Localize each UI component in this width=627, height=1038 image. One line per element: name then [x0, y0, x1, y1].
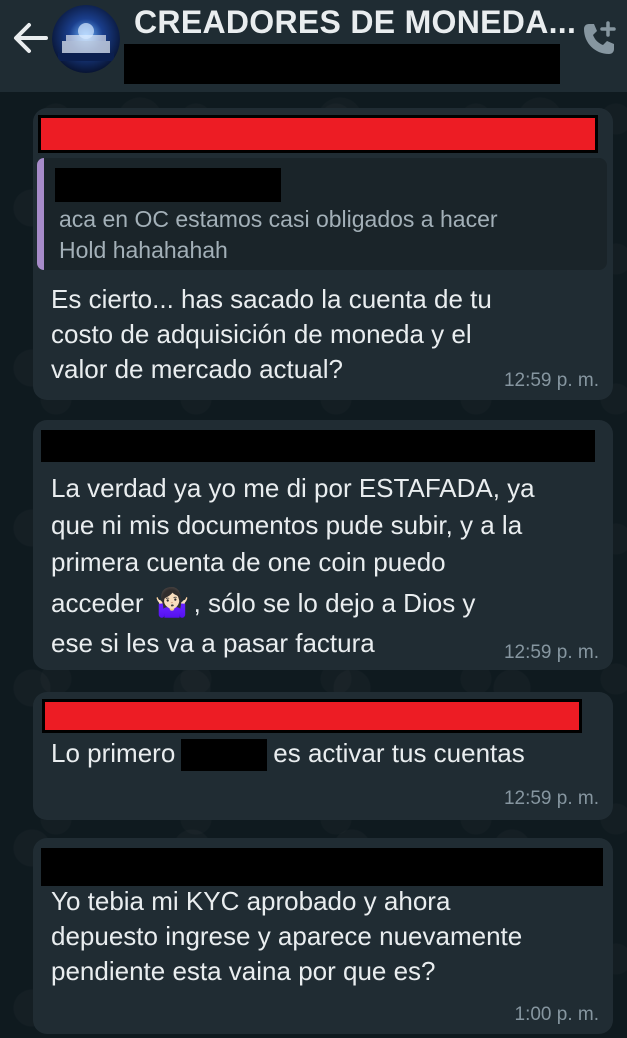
redacted-sender-name: [41, 848, 603, 886]
message-line: que ni mis documentos pude subir, y a la: [51, 510, 523, 540]
message-time: 1:00 p. m.: [514, 1004, 600, 1025]
back-arrow-icon[interactable]: [12, 22, 48, 54]
message-line: Es cierto... has sacado la cuenta de tu: [51, 284, 492, 314]
quoted-message[interactable]: aca en OC estamos casi obligados a hacer…: [37, 158, 607, 270]
message-bubble[interactable]: Yo tebia mi KYC aprobado y ahora depuest…: [33, 838, 613, 1034]
redacted-sender-name: [42, 699, 582, 733]
redacted-name: [181, 739, 268, 772]
message-line: depuesto ingrese y aparece nuevamente: [51, 921, 523, 951]
chat-header: CREADORES DE MONEDA...: [0, 0, 627, 92]
add-call-icon[interactable]: [580, 20, 620, 58]
message-line: primera cuenta de one coin puedo: [51, 547, 446, 577]
redacted-sender-name: [41, 430, 595, 462]
quote-accent-bar: [37, 158, 44, 270]
message-time: 12:59 p. m.: [503, 788, 599, 809]
message-fragment: acceder: [51, 588, 144, 618]
quoted-text-line: aca en OC estamos casi obligados a hacer: [59, 206, 498, 232]
message-fragment: , sólo se lo dejo a Dios y: [193, 588, 476, 618]
quoted-text: aca en OC estamos casi obligados a hacer…: [59, 204, 498, 266]
message-time: 12:59 p. m.: [503, 642, 599, 663]
message-text: Es cierto... has sacado la cuenta de tu …: [51, 282, 492, 387]
message-bubble[interactable]: Lo primero es activar tus cuentas 12:59 p…: [33, 692, 613, 820]
redacted-participants: [124, 44, 560, 84]
message-time: 12:59 p. m.: [503, 370, 599, 391]
redacted-sender-name: [38, 115, 598, 153]
message-bubble[interactable]: aca en OC estamos casi obligados a hacer…: [33, 108, 613, 400]
message-line: pendiente esta vaina por que es?: [51, 956, 436, 986]
message-line: Yo tebia mi KYC aprobado y ahora: [51, 886, 451, 916]
message-line: La verdad ya yo me di por ESTAFADA, ya: [51, 473, 535, 503]
quoted-text-line: Hold hahahahah: [59, 237, 228, 263]
shrug-emoji: 🤷🏻‍♀️: [154, 587, 190, 618]
message-line: acceder 🤷🏻‍♀️, sólo se lo dejo a Dios y: [51, 581, 535, 625]
message-line: costo de adquisición de moneda y el: [51, 319, 472, 349]
message-fragment: es activar tus cuentas: [273, 738, 525, 768]
message-line: valor de mercado actual?: [51, 354, 343, 384]
message-text: La verdad ya yo me di por ESTAFADA, ya q…: [51, 470, 535, 662]
message-bubble[interactable]: La verdad ya yo me di por ESTAFADA, ya q…: [33, 420, 613, 670]
chat-title[interactable]: CREADORES DE MONEDA...: [134, 4, 576, 41]
message-fragment: Lo primero: [51, 738, 176, 768]
message-text: Lo primero es activar tus cuentas: [51, 736, 525, 772]
message-text: Yo tebia mi KYC aprobado y ahora depuest…: [51, 884, 522, 989]
message-line: ese si les va a pasar factura: [51, 628, 375, 658]
group-avatar[interactable]: [52, 5, 120, 73]
redacted-quoted-sender: [55, 168, 281, 202]
